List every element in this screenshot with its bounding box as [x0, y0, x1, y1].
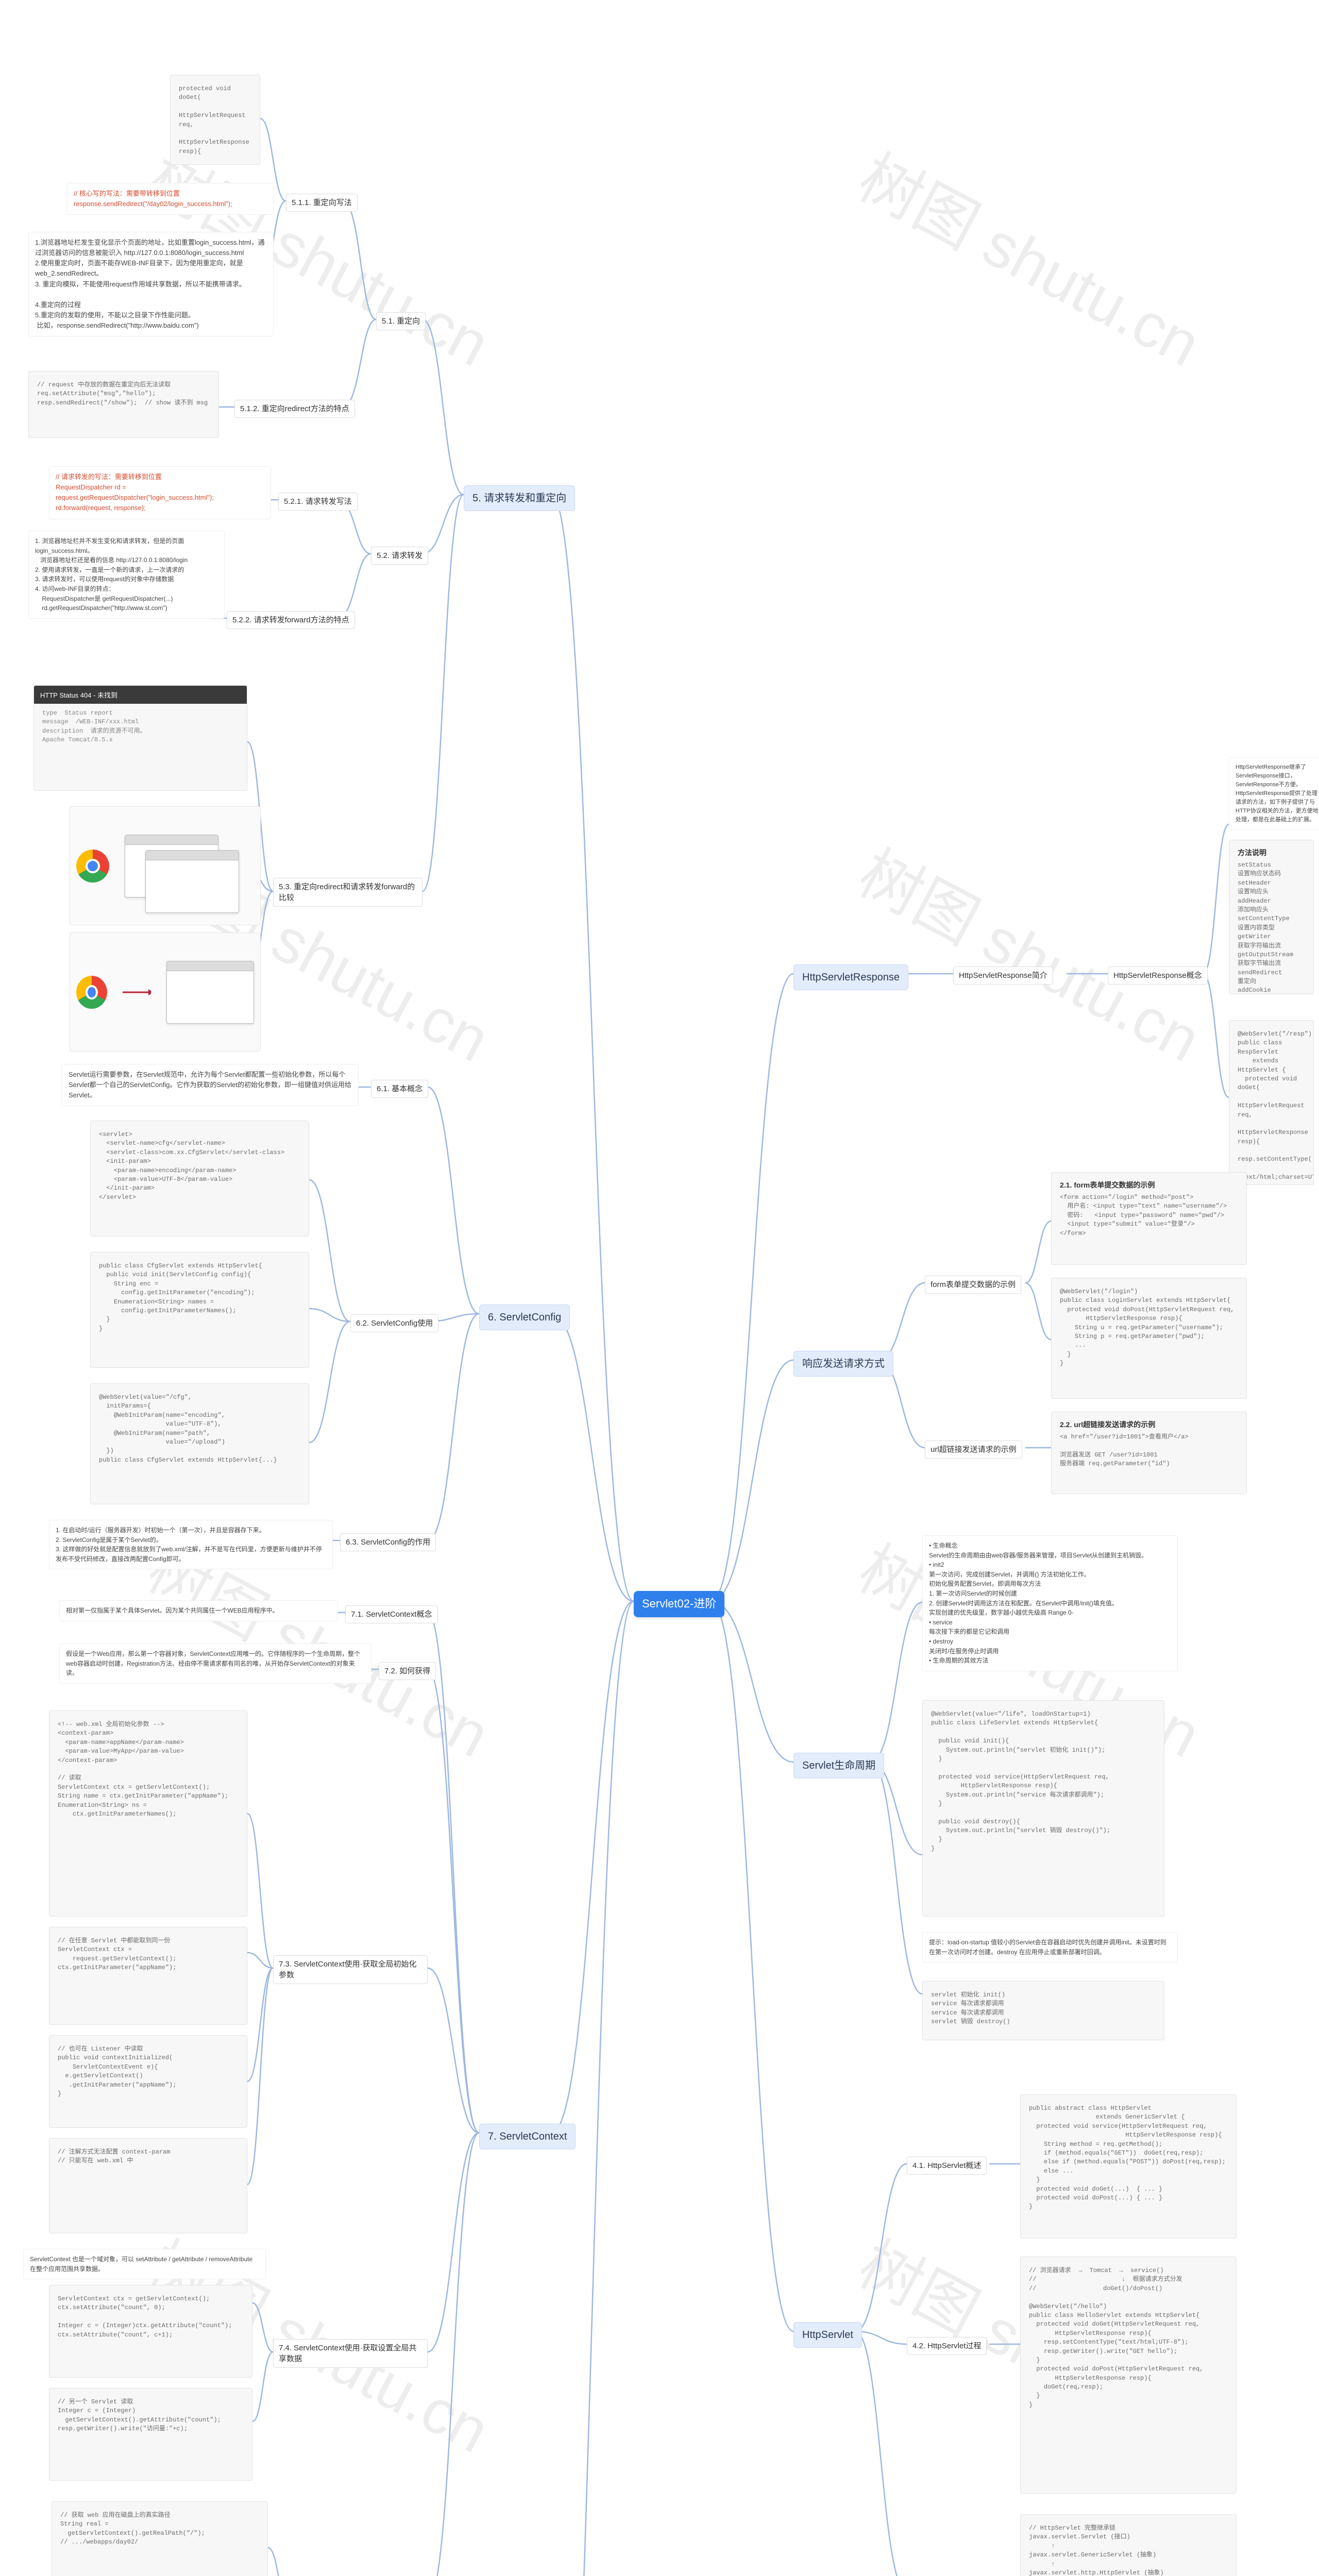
node-http-servlet-process[interactable]: 4.2. HttpServlet过程: [907, 2337, 987, 2355]
node-redirect-method[interactable]: 5.1.1. 重定向写法: [286, 194, 358, 212]
node-forward-feature[interactable]: 5.2.2. 请求转发forward方法的特点: [227, 611, 355, 629]
note-response-intro: HttpServletResponse继承了ServletResponse接口，…: [1229, 757, 1319, 830]
leaf-context-global-xml: <!-- web.xml 全局初始化参数 --> <context-param>…: [49, 1710, 247, 1917]
leaf-redirect-feature: // request 中存放的数据在重定向后无法读取 req.setAttrib…: [28, 371, 219, 438]
leaf-redirect-tiny-code: protected void doGet( HttpServletRequest…: [170, 75, 260, 165]
branch-servlet-context[interactable]: 7. ServletContext: [479, 2124, 576, 2149]
note-lifecycle-foot: 提示：load-on-startup 值较小的Servlet会在容器启动时优先创…: [922, 1932, 1178, 1962]
node-redirect-feature[interactable]: 5.1.2. 重定向redirect方法的特点: [234, 400, 355, 418]
leaf-context-global-4: // 注解方式无法配置 context-param // 只能写在 web.xm…: [49, 2138, 247, 2233]
branch-servlet-config[interactable]: 6. ServletConfig: [479, 1304, 570, 1330]
leaf-form-servlet: @WebServlet("/login") public class Login…: [1051, 1278, 1247, 1399]
node-response-intro[interactable]: HttpServletResponse简介: [953, 967, 1053, 985]
branch-http-servlet-response[interactable]: HttpServletResponse: [793, 964, 908, 990]
node-response-concept[interactable]: HttpServletResponse概念: [1108, 967, 1208, 985]
node-config-concept[interactable]: 6.1. 基本概念: [371, 1080, 428, 1098]
branch-http-servlet[interactable]: HttpServlet: [793, 2322, 862, 2348]
leaf-url-link: 2.2. url超链接发送请求的示例 <a href="/user?id=100…: [1051, 1412, 1247, 1494]
node-context-data[interactable]: 7.4. ServletContext使用·获取设置全局共享数据: [273, 2339, 428, 2368]
node-context-concept[interactable]: 7.1. ServletContext概念: [345, 1605, 438, 1623]
note-forward-bullets: 1. 浏览器地址栏并不发生变化和请求转发，但是的页面login_success.…: [28, 531, 225, 619]
note-config-role: 1. 在启动时/运行（服务器开发）时初始一个（第一次），并且是容器存下来。 2.…: [49, 1520, 333, 1569]
note-context-role: 假设是一个Web应用，那么第一个容器对象，ServletContext应用唯一的…: [59, 1643, 371, 1684]
node-context-global[interactable]: 7.3. ServletContext使用·获取全局初始化参数: [273, 1955, 428, 1984]
leaf-context-path-1: // 获取 web 应用在磁盘上的真实路径 String real = getS…: [52, 2501, 268, 2576]
node-forward-method[interactable]: 5.2.1. 请求转发写法: [278, 493, 358, 511]
leaf-http-servlet-process: // 浏览器请求 → Tomcat → service() // ↓ 根据请求方…: [1020, 2257, 1237, 2494]
node-context-role[interactable]: 7.2. 如何获得: [379, 1662, 436, 1680]
watermark: 树图 shutu.cn: [846, 824, 1219, 1079]
note-redirect-code: // 核心写的写法：需要带转移到位置 response.sendRedirect…: [67, 183, 274, 215]
note-lifecycle-bullets: • 生命概念 Servlet的生命周期由由web容器/服务器来管理，项目Serv…: [922, 1535, 1178, 1671]
note-context-data: ServletContext 也是一个域对象，可以 setAttribute /…: [23, 2249, 266, 2279]
leaf-context-data-get: // 另一个 Servlet 读取 Integer c = (Integer) …: [49, 2388, 252, 2481]
chrome-icon: [76, 850, 109, 883]
leaf-config-get: public class CfgServlet extends HttpServ…: [90, 1252, 309, 1368]
leaf-config-anno: @WebServlet(value="/cfg", initParams={ @…: [90, 1383, 309, 1504]
node-form-submit[interactable]: form表单提交数据的示例: [925, 1276, 1021, 1294]
leaf-context-global-3: // 也可在 Listener 中读取 public void contextI…: [49, 2035, 247, 2128]
branch-dispatch[interactable]: 5. 请求转发和重定向: [464, 485, 575, 511]
note-context-concept: 相对第一仅指属于某个具体Servlet。因为某个共同属住一个WEB应用程序中。: [59, 1600, 338, 1621]
leaf-context-global-2: // 在任意 Servlet 中都能取到同一份 ServletContext c…: [49, 1927, 247, 2025]
node-redirect[interactable]: 5.1. 重定向: [376, 312, 426, 330]
illus-redirect: [70, 806, 261, 925]
node-dispatch-vs[interactable]: 5.3. 重定向redirect和请求转发forward的比较: [273, 878, 422, 907]
leaf-form-html: 2.1. form表单提交数据的示例 <form action="/login"…: [1051, 1172, 1247, 1265]
node-url-link[interactable]: url超链接发送请求的示例: [925, 1440, 1022, 1459]
note-redirect-bullets: 1.浏览器地址栏发生变化显示个页面的地址，比如重置login_success.h…: [28, 232, 274, 336]
node-http-servlet-concept[interactable]: 4.1. HttpServlet概述: [907, 2157, 987, 2175]
leaf-response-sample: @WebServlet("/resp") public class RespSe…: [1229, 1020, 1314, 1185]
leaf-lifecycle-code: @WebServlet(value="/life", loadOnStartup…: [922, 1700, 1164, 1917]
leaf-config-xml: <servlet> <servlet-name>cfg</servlet-nam…: [90, 1121, 309, 1236]
node-forward[interactable]: 5.2. 请求转发: [371, 547, 428, 565]
note-forward-code: // 请求转发的写法：需要转移到位置 RequestDispatcher rd …: [49, 466, 271, 519]
branch-lifecycle[interactable]: Servlet生命周期: [793, 1753, 884, 1778]
leaf-http-servlet-full: // HttpServlet 完整继承链 javax.servlet.Servl…: [1020, 2514, 1237, 2576]
leaf-context-data-set: ServletContext ctx = getServletContext()…: [49, 2285, 252, 2378]
leaf-http-servlet-concept: public abstract class HttpServlet extend…: [1020, 2094, 1237, 2239]
leaf-lifecycle-log: servlet 初始化 init() service 每次请求都调用 servi…: [922, 1981, 1164, 2040]
root-node[interactable]: Servlet02-进阶: [634, 1591, 724, 1617]
node-config-role[interactable]: 6.3. ServletConfig的作用: [340, 1533, 436, 1551]
note-config-concept: Servlet运行需要参数，在Servlet规范中，允许为每个Servlet都配…: [62, 1064, 359, 1106]
leaf-status-404: HTTP Status 404 - 未找到 type Status report…: [33, 685, 247, 791]
branch-response-push[interactable]: 响应发送请求方式: [793, 1351, 893, 1377]
illus-forward: [70, 933, 261, 1052]
chrome-icon: [76, 976, 107, 1009]
watermark: 树图 shutu.cn: [846, 129, 1219, 384]
leaf-response-methods-table: 方法说明 setStatus 设置响应状态码 setHeader 设置响应头 a…: [1229, 840, 1314, 994]
node-config-use[interactable]: 6.2. ServletConfig使用: [350, 1314, 438, 1332]
